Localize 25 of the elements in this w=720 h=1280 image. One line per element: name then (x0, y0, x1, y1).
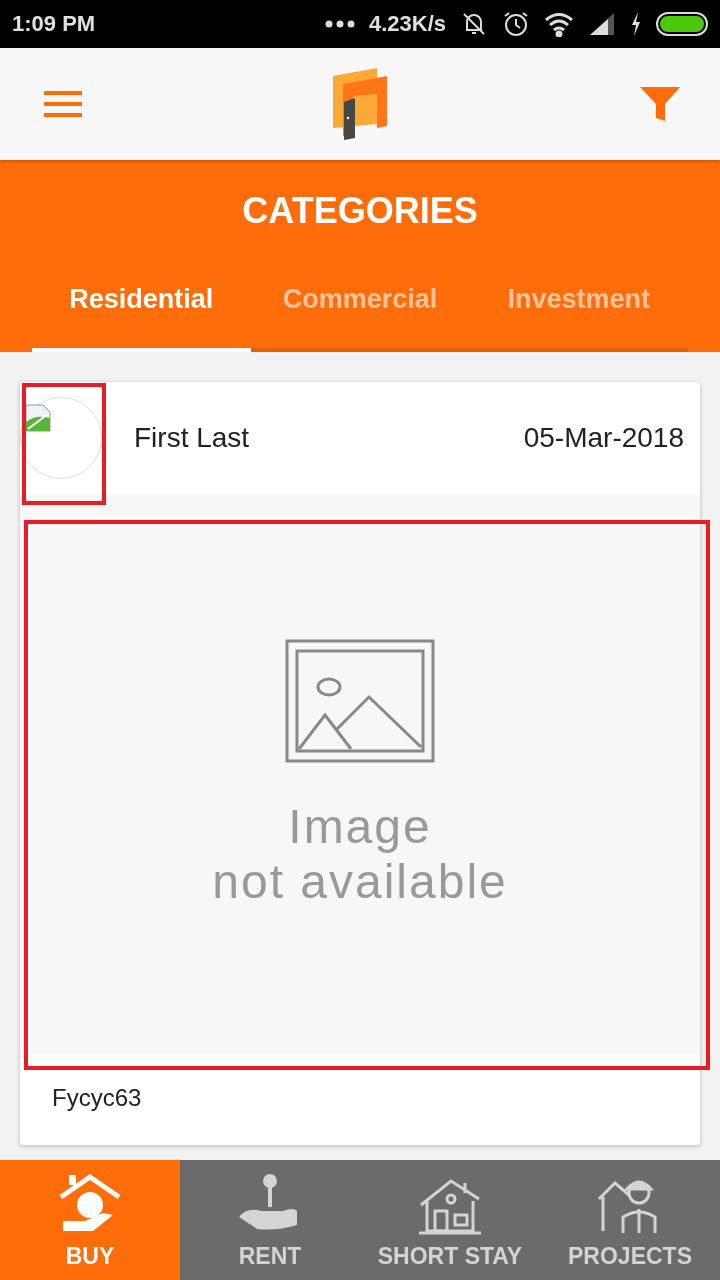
nav-tab[interactable]: PROJECTS (540, 1160, 720, 1280)
status-time: 1:09 PM (12, 11, 97, 37)
category-tab[interactable]: Commercial (250, 264, 470, 352)
charging-icon (630, 12, 642, 36)
placeholder-text: Image (288, 798, 432, 854)
nav-tab[interactable]: SHORT STAY (360, 1160, 540, 1280)
network-speed: 4.23K/s (368, 11, 446, 37)
category-tab[interactable]: Residential (32, 264, 251, 352)
category-tab[interactable]: Investment (469, 264, 688, 352)
image-icon (285, 638, 435, 763)
signal-icon (588, 13, 616, 35)
placeholder-text: not available (212, 854, 508, 910)
menu-icon[interactable] (44, 91, 82, 117)
author-name: First Last (134, 422, 251, 454)
post-date: 05-Mar-2018 (523, 422, 684, 454)
alarm-icon (502, 10, 530, 38)
filter-icon[interactable] (640, 87, 680, 121)
post-caption: Fycyc63 (51, 1083, 143, 1112)
broken-image-icon (25, 404, 51, 432)
battery-icon (656, 12, 708, 36)
wifi-icon (544, 11, 574, 37)
nav-tab[interactable]: RENT (180, 1160, 360, 1280)
more-dots-icon (324, 20, 355, 28)
page-title: CATEGORIES (242, 190, 478, 233)
nav-tab[interactable]: BUY (0, 1160, 180, 1280)
